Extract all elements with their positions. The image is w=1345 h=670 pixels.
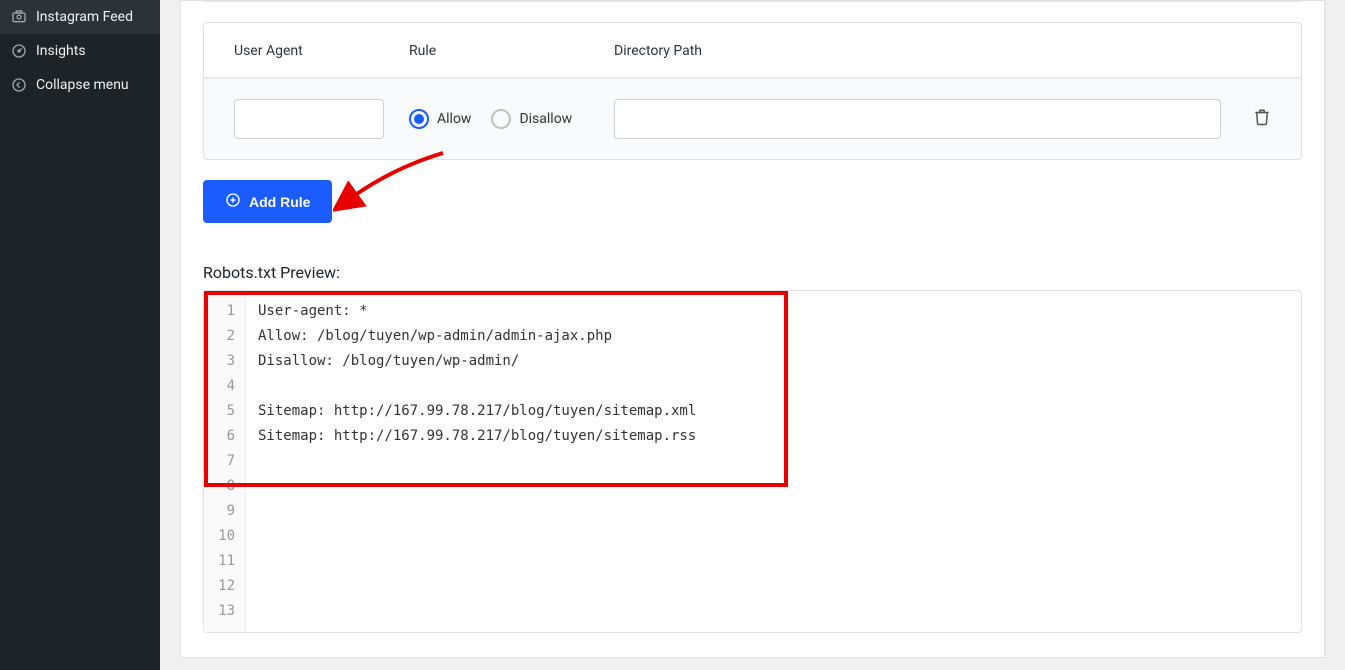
radio-checked-icon xyxy=(409,109,429,129)
sidebar-item-label: Collapse menu xyxy=(36,77,129,93)
chevron-left-icon xyxy=(10,76,28,94)
column-header-rule: Rule xyxy=(409,43,614,59)
code-lines: User-agent: *Allow: /blog/tuyen/wp-admin… xyxy=(246,291,1301,632)
gauge-icon xyxy=(10,42,28,60)
code-line xyxy=(258,474,1289,499)
code-line: Sitemap: http://167.99.78.217/blog/tuyen… xyxy=(258,399,1289,424)
code-line xyxy=(258,599,1289,624)
line-number: 9 xyxy=(210,499,235,524)
code-line: Disallow: /blog/tuyen/wp-admin/ xyxy=(258,349,1289,374)
disallow-radio[interactable]: Disallow xyxy=(491,109,572,129)
disallow-label: Disallow xyxy=(519,111,572,127)
code-line xyxy=(258,549,1289,574)
code-line: Sitemap: http://167.99.78.217/blog/tuyen… xyxy=(258,424,1289,449)
sidebar-item-collapse-menu[interactable]: Collapse menu xyxy=(0,68,160,102)
radio-unchecked-icon xyxy=(491,109,511,129)
rule-row: Allow Disallow xyxy=(204,78,1301,159)
sidebar-item-instagram-feed[interactable]: Instagram Feed xyxy=(0,0,160,34)
divider xyxy=(203,1,1302,2)
code-line xyxy=(258,449,1289,474)
line-number: 11 xyxy=(210,549,235,574)
trash-icon xyxy=(1253,108,1271,130)
allow-radio[interactable]: Allow xyxy=(409,109,471,129)
line-number: 10 xyxy=(210,524,235,549)
user-agent-input[interactable] xyxy=(234,99,384,139)
line-number: 13 xyxy=(210,599,235,624)
line-number: 4 xyxy=(210,374,235,399)
line-number: 2 xyxy=(210,324,235,349)
allow-label: Allow xyxy=(437,111,471,127)
line-number: 1 xyxy=(210,299,235,324)
add-rule-label: Add Rule xyxy=(249,194,310,210)
plus-circle-icon xyxy=(225,192,241,211)
code-line xyxy=(258,499,1289,524)
code-line: User-agent: * xyxy=(258,299,1289,324)
add-rule-button[interactable]: Add Rule xyxy=(203,180,332,223)
sidebar-item-insights[interactable]: Insights xyxy=(0,34,160,68)
sidebar-item-label: Insights xyxy=(36,43,86,59)
robots-preview-editor[interactable]: 12345678910111213 User-agent: *Allow: /b… xyxy=(203,290,1302,633)
code-line xyxy=(258,374,1289,399)
code-line xyxy=(258,524,1289,549)
rules-table: User Agent Rule Directory Path Allow Dis xyxy=(203,22,1302,160)
line-number: 6 xyxy=(210,424,235,449)
line-number: 3 xyxy=(210,349,235,374)
delete-rule-button[interactable] xyxy=(1253,108,1271,130)
robots-preview-label: Robots.txt Preview: xyxy=(203,263,1302,282)
column-header-directory-path: Directory Path xyxy=(614,43,1221,59)
main-content: User Agent Rule Directory Path Allow Dis xyxy=(160,0,1345,670)
line-number: 5 xyxy=(210,399,235,424)
code-gutter: 12345678910111213 xyxy=(204,291,246,632)
admin-sidebar: Instagram Feed Insights Collapse menu xyxy=(0,0,160,670)
line-number: 8 xyxy=(210,474,235,499)
column-header-user-agent: User Agent xyxy=(234,43,409,59)
code-line: Allow: /blog/tuyen/wp-admin/admin-ajax.p… xyxy=(258,324,1289,349)
code-line xyxy=(258,574,1289,599)
rules-header-row: User Agent Rule Directory Path xyxy=(204,23,1301,78)
directory-path-input[interactable] xyxy=(614,99,1221,139)
camera-icon xyxy=(10,8,28,26)
line-number: 12 xyxy=(210,574,235,599)
rule-radio-group: Allow Disallow xyxy=(409,109,614,129)
line-number: 7 xyxy=(210,449,235,474)
sidebar-item-label: Instagram Feed xyxy=(36,9,133,25)
